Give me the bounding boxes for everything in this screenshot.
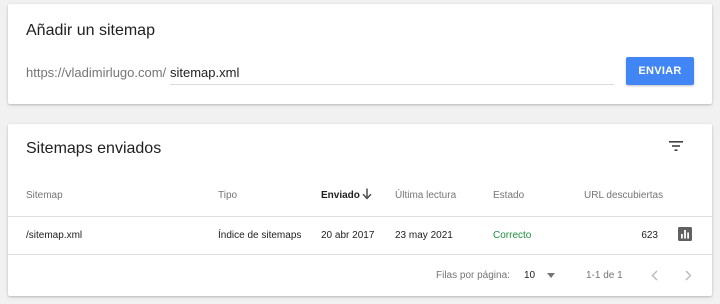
filter-list-icon — [669, 141, 683, 151]
chevron-right-icon — [684, 269, 692, 281]
sent-sitemaps-card: Sitemaps enviados Sitemap Tipo Enviado Ú… — [8, 124, 712, 296]
add-sitemap-title: Añadir un sitemap — [26, 22, 155, 39]
next-page-button[interactable] — [680, 267, 696, 283]
sent-sitemaps-title: Sitemaps enviados — [26, 140, 162, 157]
pagination-range: 1-1 de 1 — [586, 270, 623, 281]
sitemap-url-input[interactable] — [170, 60, 614, 85]
column-header-submitted[interactable]: Enviado — [321, 190, 360, 201]
sort-descending-icon[interactable] — [362, 188, 372, 200]
bar-chart-icon[interactable] — [678, 227, 692, 241]
cell-submitted: 20 abr 2017 — [321, 230, 375, 241]
rows-per-page-select[interactable]: 10 — [524, 265, 562, 285]
submit-sitemap-button[interactable]: ENVIAR — [626, 57, 694, 85]
cell-sitemap: /sitemap.xml — [26, 230, 83, 241]
chevron-left-icon — [650, 269, 658, 281]
cell-discovered-urls: 623 — [641, 230, 658, 241]
column-header-discovered-urls[interactable]: URL descubiertas — [584, 190, 663, 201]
cell-last-read: 23 may 2021 — [395, 230, 453, 241]
cell-status: Correcto — [493, 230, 532, 241]
rows-per-page-value: 10 — [524, 269, 536, 281]
column-header-type[interactable]: Tipo — [218, 190, 237, 201]
dropdown-arrow-icon — [547, 272, 556, 278]
column-header-sitemap[interactable]: Sitemap — [26, 190, 63, 201]
column-header-last-read[interactable]: Última lectura — [395, 190, 456, 201]
previous-page-button[interactable] — [646, 267, 662, 283]
row-divider — [8, 254, 712, 255]
add-sitemap-card: Añadir un sitemap https://vladimirlugo.c… — [8, 4, 712, 104]
url-prefix: https://vladimirlugo.com/ — [26, 65, 167, 80]
column-header-status[interactable]: Estado — [493, 190, 524, 201]
filter-button[interactable] — [664, 134, 688, 158]
cell-type: Índice de sitemaps — [218, 230, 302, 241]
rows-per-page-label: Filas por página: — [436, 270, 510, 281]
header-divider — [8, 216, 712, 217]
